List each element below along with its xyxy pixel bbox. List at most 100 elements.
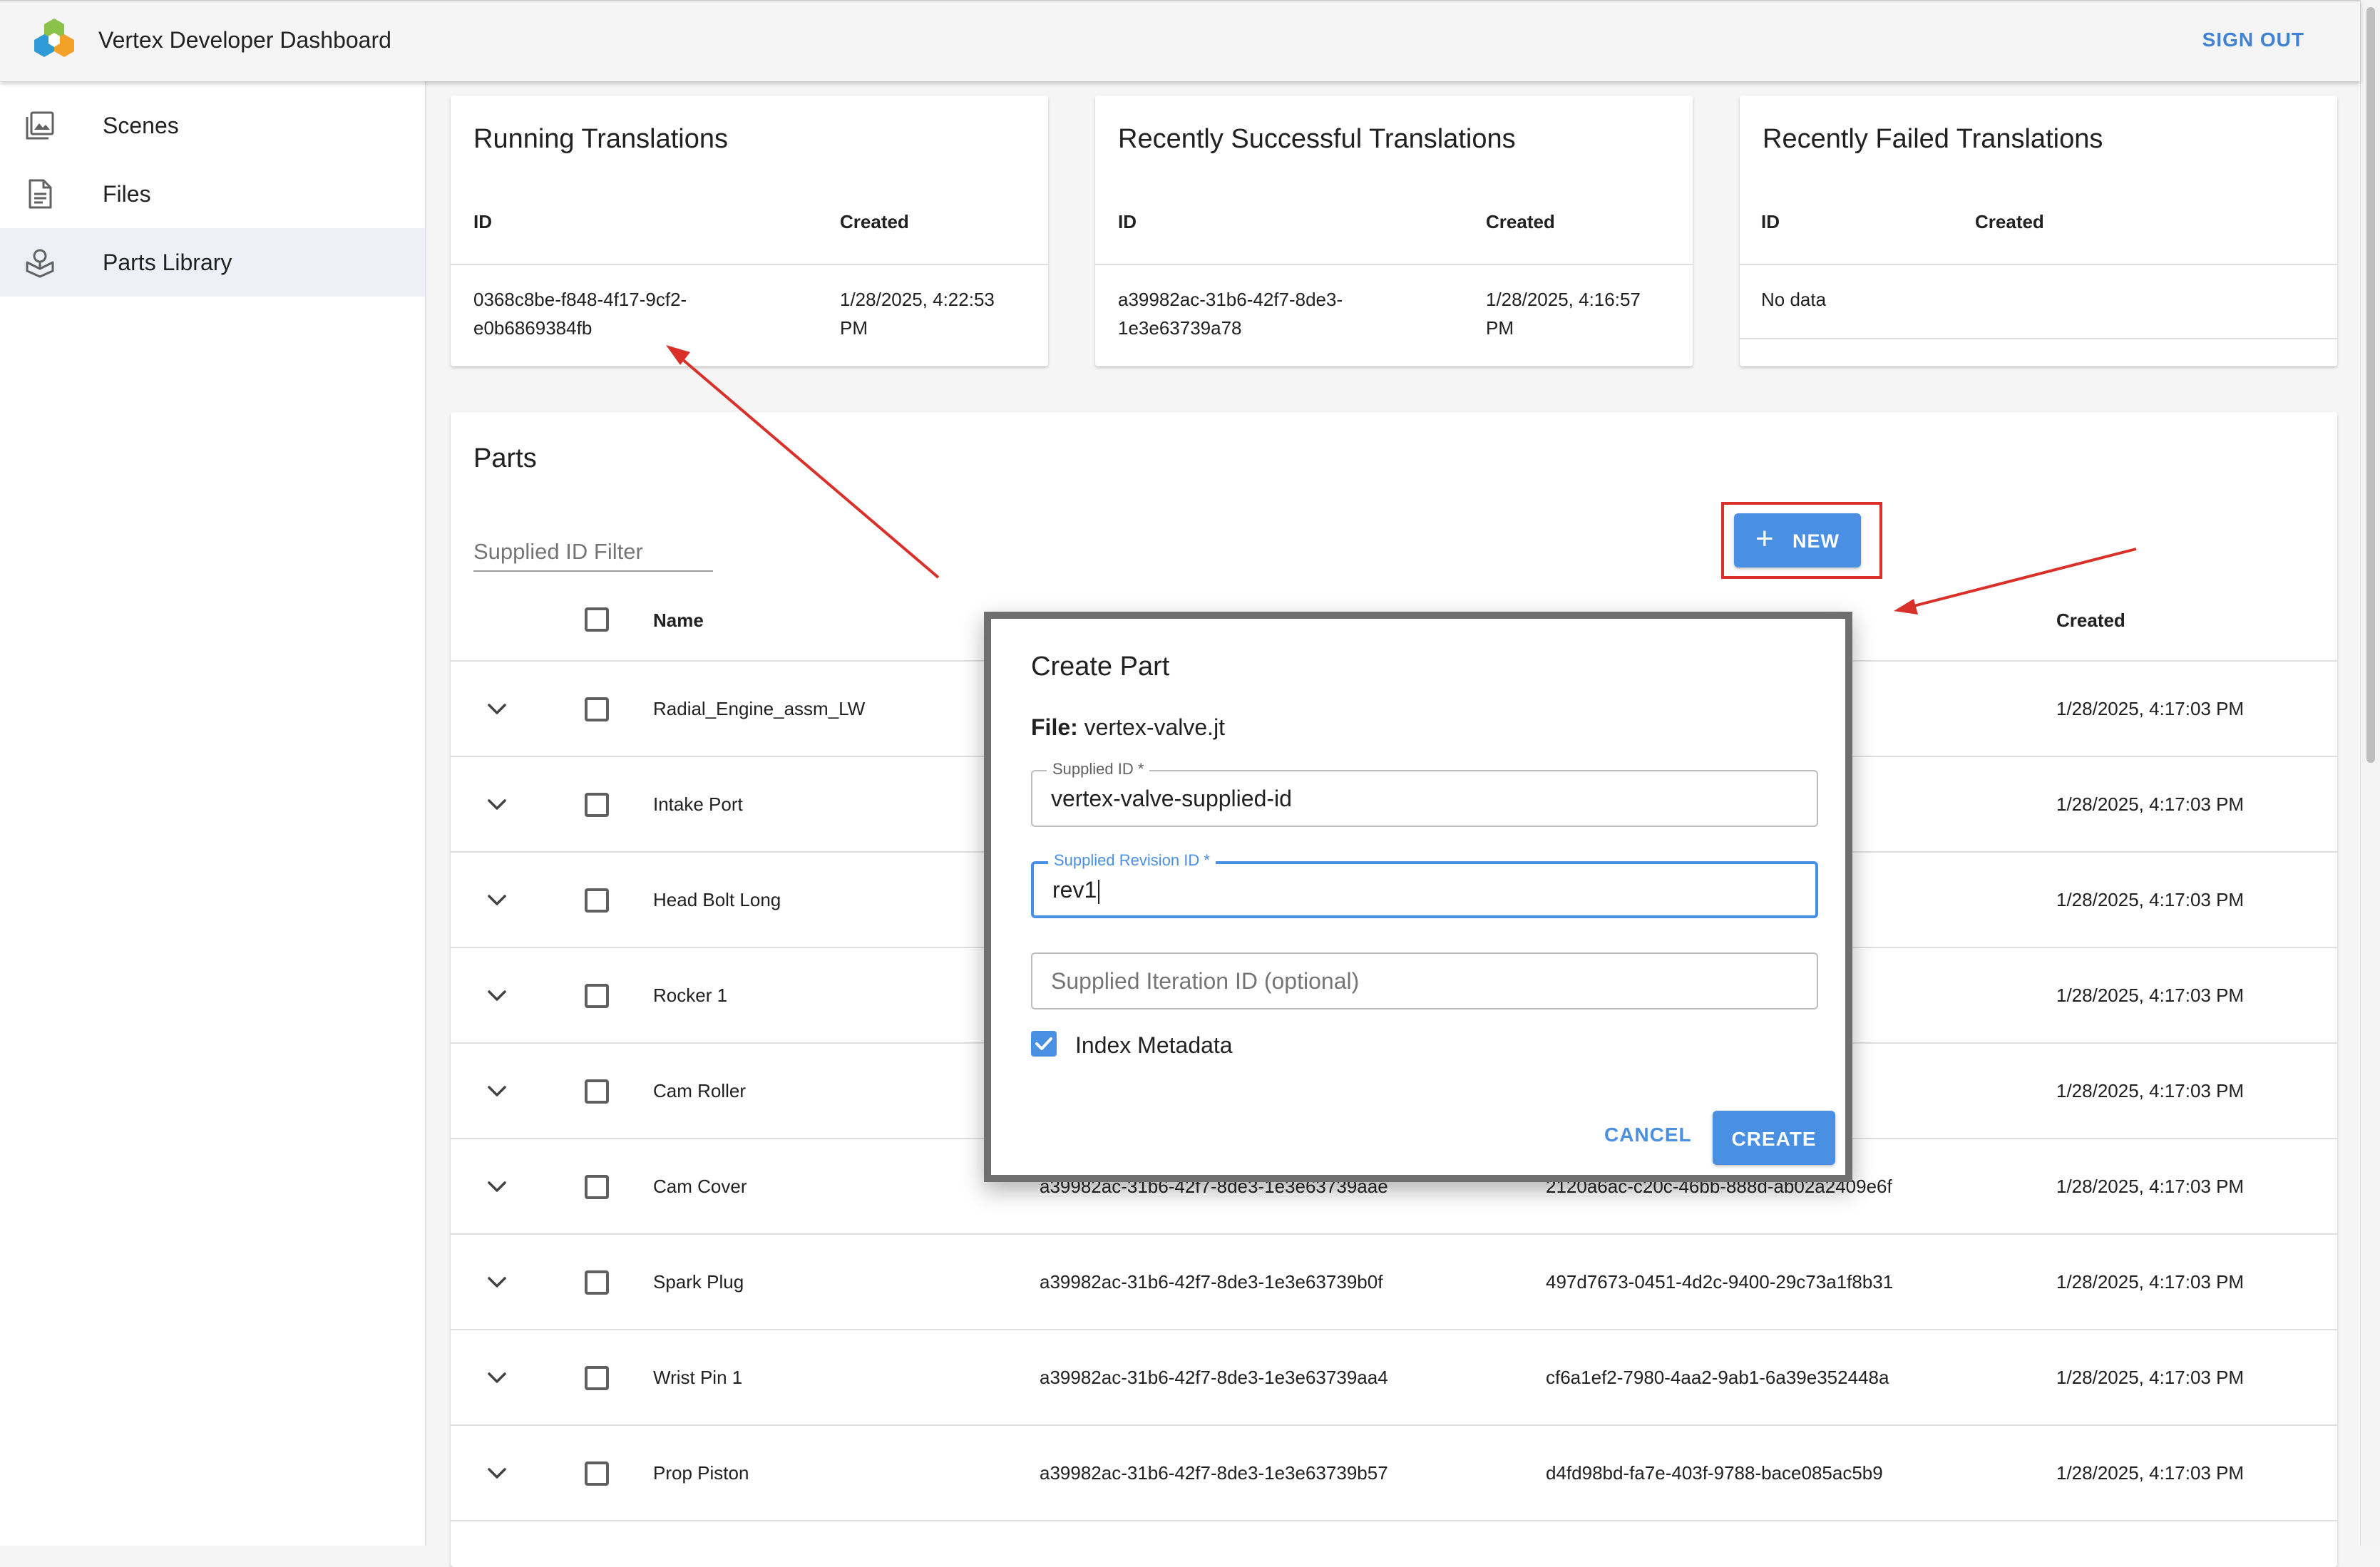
empty-state-text: No data [1761, 289, 1827, 310]
part-created: 1/28/2025, 4:17:03 PM [2056, 793, 2245, 815]
chevron-down-icon[interactable] [486, 1084, 508, 1099]
sidebar-item-files[interactable]: Files [0, 160, 425, 228]
column-header-created: Created [1486, 211, 1555, 232]
file-icon [29, 179, 52, 209]
part-name: Intake Port [653, 793, 743, 815]
column-header-created: Created [840, 211, 909, 232]
divider [1095, 264, 1693, 265]
parts-library-icon [26, 249, 54, 278]
failed-translations-card: Recently Failed Translations ID Created … [1740, 96, 2337, 366]
translation-created: 1/28/2025, 4:22:53 PM [840, 289, 995, 339]
part-id: a39982ac-31b6-42f7-8de3-1e3e63739aa4 [1040, 1367, 1388, 1388]
row-checkbox[interactable] [585, 984, 609, 1008]
column-header-id: ID [473, 211, 492, 232]
sidebar: Scenes Files Parts Library [0, 81, 426, 1546]
part-revision-id: d4fd98bd-fa7e-403f-9788-bace085ac5b9 [1546, 1462, 1883, 1484]
running-translations-card: Running Translations ID Created 0368c8be… [451, 96, 1048, 366]
sign-out-button[interactable]: SIGN OUT [2202, 29, 2304, 51]
chevron-down-icon[interactable] [486, 1371, 508, 1385]
row-checkbox[interactable] [585, 1175, 609, 1199]
supplied-id-field[interactable]: Supplied ID * vertex-valve-supplied-id [1031, 760, 1818, 827]
chevron-down-icon[interactable] [486, 702, 508, 716]
column-header-id: ID [1761, 211, 1780, 232]
row-checkbox[interactable] [585, 888, 609, 913]
translation-id: 0368c8be-f848-4f17-9cf2- e0b6869384fb [473, 289, 687, 339]
app-title: Vertex Developer Dashboard [98, 27, 391, 53]
supplied-iteration-id-field[interactable]: Supplied Iteration ID (optional) [1031, 952, 1818, 1009]
divider [1740, 338, 2337, 339]
part-created: 1/28/2025, 4:17:03 PM [2056, 985, 2245, 1006]
field-label: Supplied Revision ID * [1048, 851, 1216, 870]
column-header-name: Name [653, 610, 704, 631]
field-placeholder: Supplied Iteration ID (optional) [1051, 968, 1360, 994]
select-all-checkbox[interactable] [585, 607, 609, 632]
part-created: 1/28/2025, 4:17:03 PM [2056, 889, 2245, 910]
part-created: 1/28/2025, 4:17:03 PM [2056, 1367, 2245, 1388]
sidebar-item-scenes[interactable]: Scenes [0, 91, 425, 160]
index-metadata-checkbox[interactable] [1031, 1031, 1057, 1057]
row-checkbox[interactable] [585, 1461, 609, 1486]
row-checkbox[interactable] [585, 1079, 609, 1104]
row-checkbox[interactable] [585, 697, 609, 721]
field-label: Supplied ID * [1047, 760, 1150, 779]
chevron-down-icon[interactable] [486, 893, 508, 908]
page-scrollbar[interactable] [2360, 0, 2380, 1546]
part-created: 1/28/2025, 4:17:03 PM [2056, 698, 2245, 719]
part-created: 1/28/2025, 4:17:03 PM [2056, 1080, 2245, 1101]
row-checkbox[interactable] [585, 793, 609, 817]
part-name: Radial_Engine_assm_LW [653, 698, 866, 719]
part-name: Head Bolt Long [653, 889, 781, 910]
new-button-label: NEW [1792, 530, 1840, 552]
parts-title: Parts [473, 443, 537, 473]
row-checkbox[interactable] [585, 1270, 609, 1295]
part-name: Rocker 1 [653, 985, 728, 1006]
field-value: vertex-valve-supplied-id [1051, 786, 1292, 811]
divider [1740, 264, 2337, 265]
chevron-down-icon[interactable] [486, 989, 508, 1003]
translation-created: 1/28/2025, 4:16:57 PM [1486, 289, 1641, 339]
part-created: 1/28/2025, 4:17:03 PM [2056, 1462, 2245, 1484]
sidebar-item-label: Parts Library [103, 250, 232, 275]
table-row[interactable]: Wrist Pin 1 a39982ac-31b6-42f7-8de3-1e3e6… [451, 1330, 2337, 1426]
chevron-down-icon[interactable] [486, 1180, 508, 1194]
table-row[interactable]: Prop Piston a39982ac-31b6-42f7-8de3-1e3e6… [451, 1426, 2337, 1521]
plus-icon: + [1755, 521, 1774, 556]
chevron-down-icon[interactable] [486, 798, 508, 812]
dialog-title: Create Part [1031, 652, 1170, 682]
supplied-revision-id-field[interactable]: Supplied Revision ID * rev1 [1031, 851, 1818, 918]
card-title: Recently Failed Translations [1763, 124, 2103, 154]
part-id: a39982ac-31b6-42f7-8de3-1e3e63739b0f [1040, 1271, 1383, 1293]
new-part-button[interactable]: + NEW [1734, 513, 1861, 567]
translation-id: a39982ac-31b6-42f7-8de3- 1e3e63739a78 [1118, 289, 1343, 339]
part-name: Spark Plug [653, 1271, 744, 1293]
index-metadata-label: Index Metadata [1075, 1032, 1233, 1058]
create-part-dialog: Create Part File: vertex-valve.jt Suppli… [984, 612, 1852, 1182]
column-header-created: Created [2056, 610, 2125, 631]
table-row[interactable]: Spark Plug a39982ac-31b6-42f7-8de3-1e3e63… [451, 1235, 2337, 1330]
part-name: Prop Piston [653, 1462, 749, 1484]
part-created: 1/28/2025, 4:17:03 PM [2056, 1271, 2245, 1293]
text-caret [1098, 879, 1100, 904]
scenes-icon [26, 111, 54, 140]
part-name: Cam Roller [653, 1080, 747, 1101]
column-header-created: Created [1975, 211, 2044, 232]
sidebar-item-label: Files [103, 181, 151, 207]
dialog-file-name: File: vertex-valve.jt [1031, 714, 1226, 740]
card-title: Running Translations [473, 124, 728, 154]
checkmark-icon [1035, 1037, 1052, 1050]
cancel-button[interactable]: CANCEL [1604, 1124, 1692, 1146]
column-header-id: ID [1118, 211, 1137, 232]
supplied-id-filter-input[interactable]: Supplied ID Filter [451, 519, 736, 576]
vertex-logo [34, 19, 74, 57]
create-button[interactable]: CREATE [1713, 1111, 1835, 1165]
chevron-down-icon[interactable] [486, 1275, 508, 1290]
divider [451, 264, 1048, 265]
filter-placeholder: Supplied ID Filter [473, 539, 643, 564]
sidebar-item-parts-library[interactable]: Parts Library [0, 228, 425, 297]
chevron-down-icon[interactable] [486, 1466, 508, 1481]
filter-underline [473, 570, 713, 572]
card-title: Recently Successful Translations [1118, 124, 1516, 154]
scrollbar-thumb[interactable] [2366, 7, 2375, 763]
part-id: a39982ac-31b6-42f7-8de3-1e3e63739b57 [1040, 1462, 1388, 1484]
row-checkbox[interactable] [585, 1366, 609, 1390]
